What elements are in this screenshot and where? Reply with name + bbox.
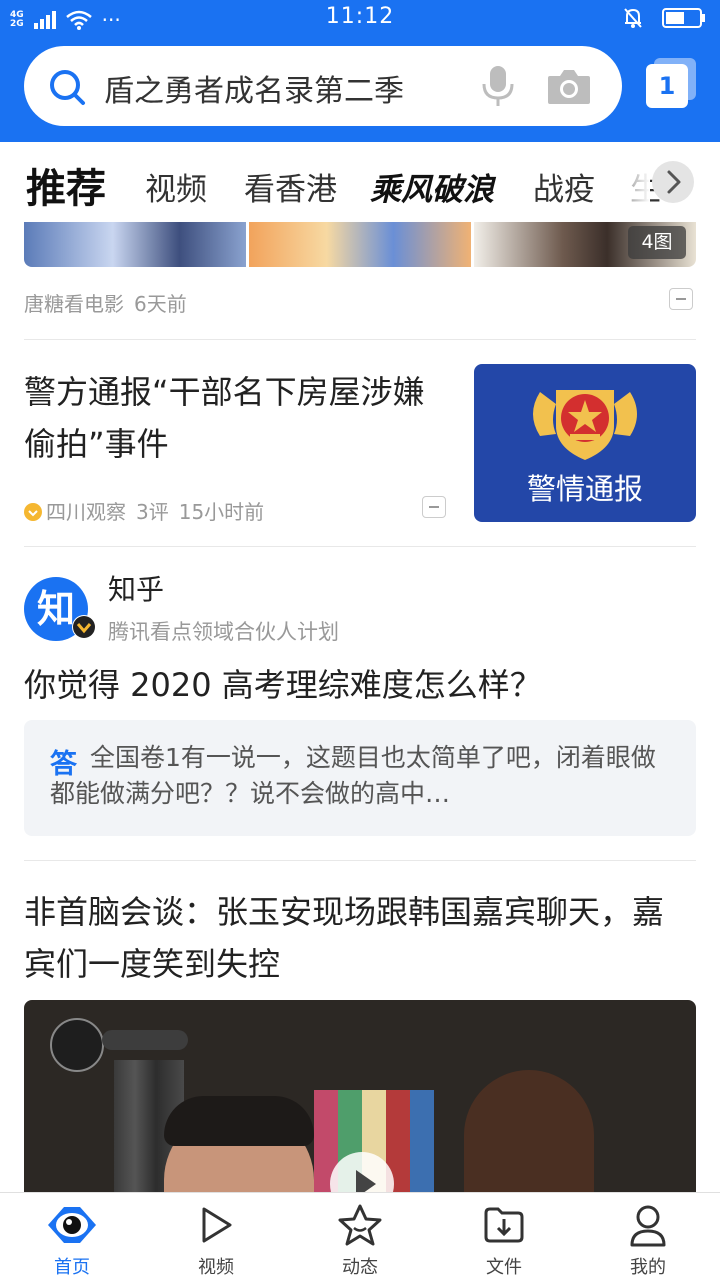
nav-profile-label: 我的 [630,1257,666,1278]
verified-source-icon [24,503,42,521]
divider [24,339,696,340]
item1-meta: 唐糖看电影 6天前 [24,288,197,317]
user-icon [630,1205,666,1247]
bottom-nav: 首页 视频 动态 文件 我的 [0,1192,720,1280]
status-right [622,7,706,29]
news-feed[interactable]: 4图 唐糖看电影 6天前 警方通报“干部名下房屋涉嫌偷拍”事件 警情通报 四川观察… [0,222,720,1192]
mute-bell-icon [624,8,642,28]
gallery-images[interactable] [24,222,696,267]
nav-home-label: 首页 [54,1257,90,1278]
status-bar: 4G 2G ··· 11:12 [0,0,720,38]
dismiss-button[interactable] [422,496,446,518]
nav-feed-label: 动态 [342,1257,378,1278]
dismiss-button[interactable] [669,288,693,310]
camera-icon[interactable] [546,66,592,106]
video-scene-person [464,1070,594,1192]
star-icon [338,1204,382,1246]
gallery-image [24,222,246,267]
search-icon [50,70,85,105]
play-button[interactable] [330,1152,394,1192]
police-notice-image[interactable]: 警情通报 [474,364,696,522]
nav-feed[interactable]: 动态 [288,1193,432,1280]
verified-v-icon [73,616,95,638]
item3-title[interactable]: 你觉得 2020 高考理综难度怎么样？ [24,659,696,711]
tab-hongkong[interactable]: 看香港 [244,164,337,209]
video-scene-hair [164,1096,314,1146]
tab-epidemic[interactable]: 战疫 [533,164,595,209]
divider [24,546,696,547]
nav-video-label: 视频 [198,1257,234,1278]
tab-count: 1 [646,64,688,108]
channel-fade [600,142,650,222]
item1-source: 唐糖看电影 [24,292,124,316]
download-folder-icon [484,1207,524,1243]
item2-title[interactable]: 警方通报“干部名下房屋涉嫌偷拍”事件 [24,366,454,470]
police-image-text: 警情通报 [526,472,643,506]
show-logo-icon [50,1018,104,1072]
chevron-right-icon [667,170,681,194]
search-query[interactable]: 盾之勇者成名录第二季 [104,66,404,110]
microphone-icon[interactable] [480,64,516,108]
nav-profile[interactable]: 我的 [576,1193,720,1280]
play-triangle-icon [356,1170,376,1192]
image-count-badge: 4图 [628,226,686,259]
item3-source-desc: 腾讯看点领域合伙人计划 [108,620,339,644]
item4-title[interactable]: 非首脑会谈：张玉安现场跟韩国嘉宾聊天，嘉宾们一度笑到失控 [24,886,664,990]
answer-text: 全国卷1有一说一，这题目也太简单了吧，闭着眼做都能做满分吧？？说不会做的高中… [50,743,656,808]
item2-time: 15小时前 [178,500,265,524]
battery-icon [662,8,705,28]
video-thumbnail[interactable] [24,1000,696,1192]
nav-files-label: 文件 [486,1257,522,1278]
nav-video[interactable]: 视频 [144,1193,288,1280]
channel-more-button[interactable] [652,161,694,203]
nav-files[interactable]: 文件 [432,1193,576,1280]
play-icon [202,1207,232,1243]
item1-time: 6天前 [134,292,187,316]
tab-count-button[interactable]: 1 [646,58,696,108]
item3-source-name[interactable]: 知乎 [108,568,164,608]
answer-preview[interactable]: 答 全国卷1有一说一，这题目也太简单了吧，闭着眼做都能做满分吧？？说不会做的高中… [24,720,696,836]
divider [24,860,696,861]
home-eye-icon [48,1207,96,1243]
police-emblem-icon [533,390,637,460]
status-time: 11:12 [325,4,395,29]
item2-source: 四川观察 [46,500,126,524]
tab-video[interactable]: 视频 [145,164,207,209]
verified-badge [72,615,96,639]
nav-home[interactable]: 首页 [0,1193,144,1280]
item2-meta: 四川观察 3评 15小时前 [24,496,274,525]
tab-riding-wind[interactable]: 乘风破浪 [370,164,494,209]
search-bar[interactable]: 盾之勇者成名录第二季 [24,46,622,126]
show-logo-bar [102,1030,188,1050]
top-bar: 4G 2G ··· 11:12 盾之勇者成名录第二季 1 [0,0,720,142]
item2-comments: 3评 [136,500,169,524]
gallery-image [249,222,471,267]
tab-recommend[interactable]: 推荐 [26,156,106,214]
